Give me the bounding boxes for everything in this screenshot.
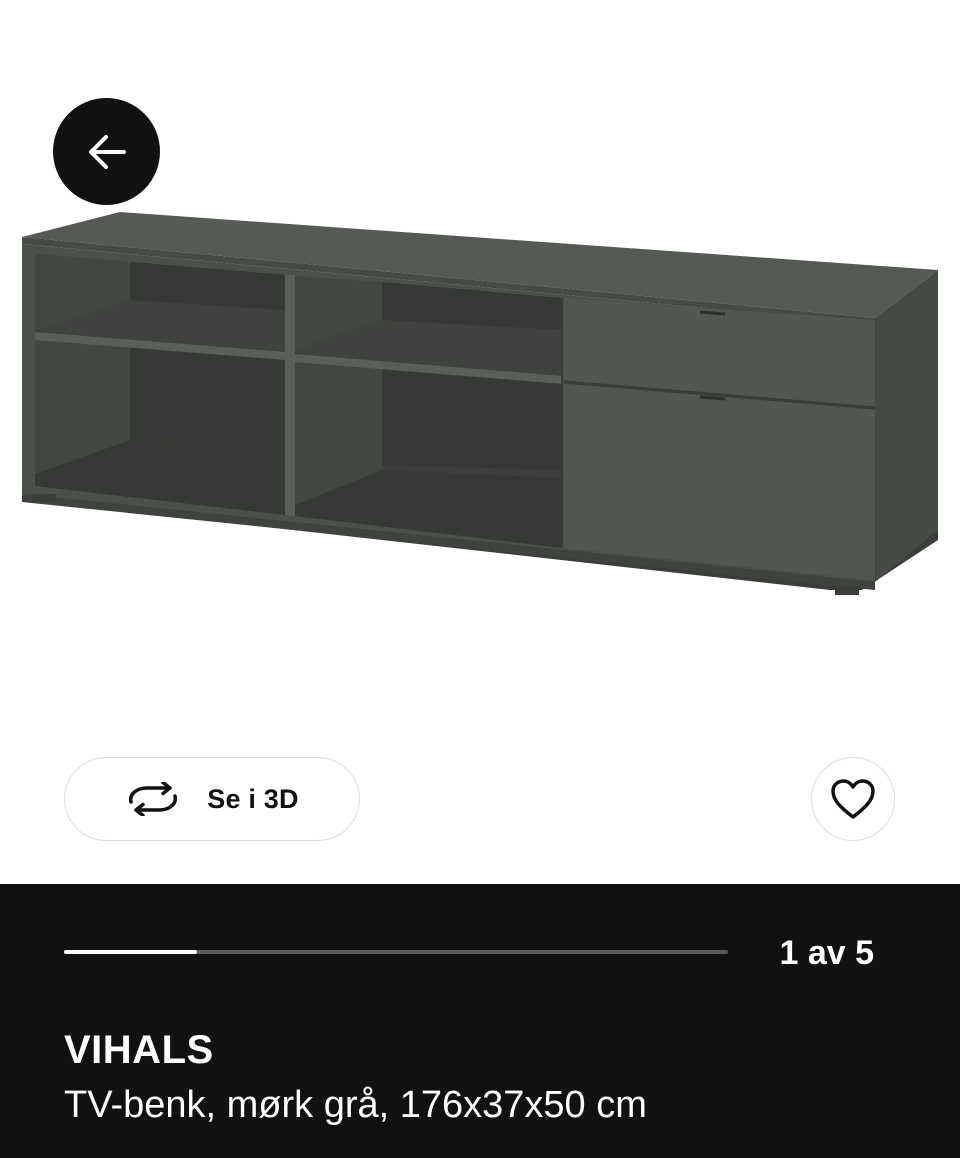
product-description: TV-benk, mørk grå, 176x37x50 cm — [64, 1084, 647, 1126]
heart-outline-icon — [831, 779, 875, 819]
carousel-progress-bar — [64, 950, 728, 954]
view-in-3d-button[interactable]: Se i 3D — [64, 757, 360, 841]
favorite-button[interactable] — [811, 757, 895, 841]
back-button[interactable] — [53, 98, 160, 205]
carousel-page-indicator: 1 av 5 — [779, 934, 874, 972]
carousel-progress-fill — [64, 950, 197, 954]
rotate-3d-icon — [129, 782, 178, 816]
product-info-panel: 1 av 5 VIHALS TV-benk, mørk grå, 176x37x… — [0, 884, 960, 1158]
product-name: VIHALS — [64, 1028, 214, 1072]
arrow-left-icon — [88, 134, 126, 169]
product-image — [22, 212, 938, 595]
product-media-area: Se i 3D — [0, 0, 960, 884]
view-in-3d-label: Se i 3D — [207, 783, 299, 814]
